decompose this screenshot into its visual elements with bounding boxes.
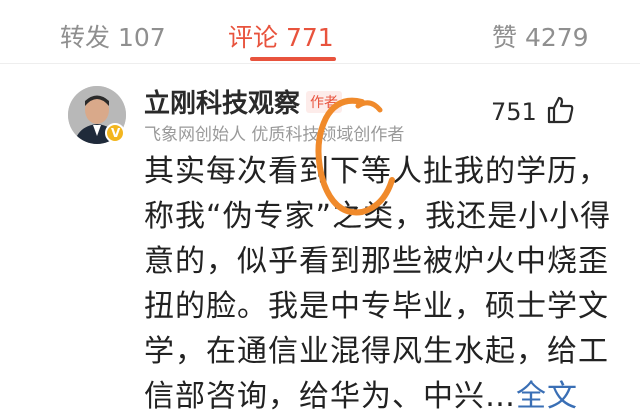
comment-line: 学，在通信业混得风生水起，给工: [144, 334, 609, 369]
tab-divider: [0, 63, 640, 64]
expand-full-text-link[interactable]: 全文: [516, 379, 578, 414]
username[interactable]: 立刚科技观察: [144, 83, 300, 120]
comment-line: 扭的脸。我是中专毕业，硕士学文: [144, 289, 609, 324]
user-description: 飞象网创始人 优质科技领域创作者: [144, 125, 405, 145]
comment-line-text: 信部咨询，给华为、中兴…: [144, 379, 516, 414]
like-count: 751: [491, 98, 537, 126]
tab-comment[interactable]: 评论 771: [228, 18, 334, 54]
comment-line: 其实每次看到下等人扯我的学历，: [144, 154, 609, 189]
tab-like[interactable]: 赞 4279: [492, 18, 589, 54]
tab-repost[interactable]: 转发 107: [60, 18, 166, 54]
comment-line: 意的，似乎看到那些被炉火中烧歪: [144, 244, 609, 279]
thumbs-up-icon[interactable]: [545, 95, 575, 125]
active-tab-indicator: [250, 57, 336, 61]
verified-badge-icon: V: [105, 123, 125, 143]
comment-line-last: 信部咨询，给华为、中兴…全文: [144, 374, 577, 419]
comment-body: 其实每次看到下等人扯我的学历， 称我“伪专家”之类，我还是小小得 意的，似乎看到…: [144, 149, 612, 419]
tab-bar: 转发 107 评论 771 赞 4279: [0, 0, 640, 64]
comment-line: 称我“伪专家”之类，我还是小小得: [144, 199, 612, 234]
author-tag: 作者: [306, 91, 342, 113]
